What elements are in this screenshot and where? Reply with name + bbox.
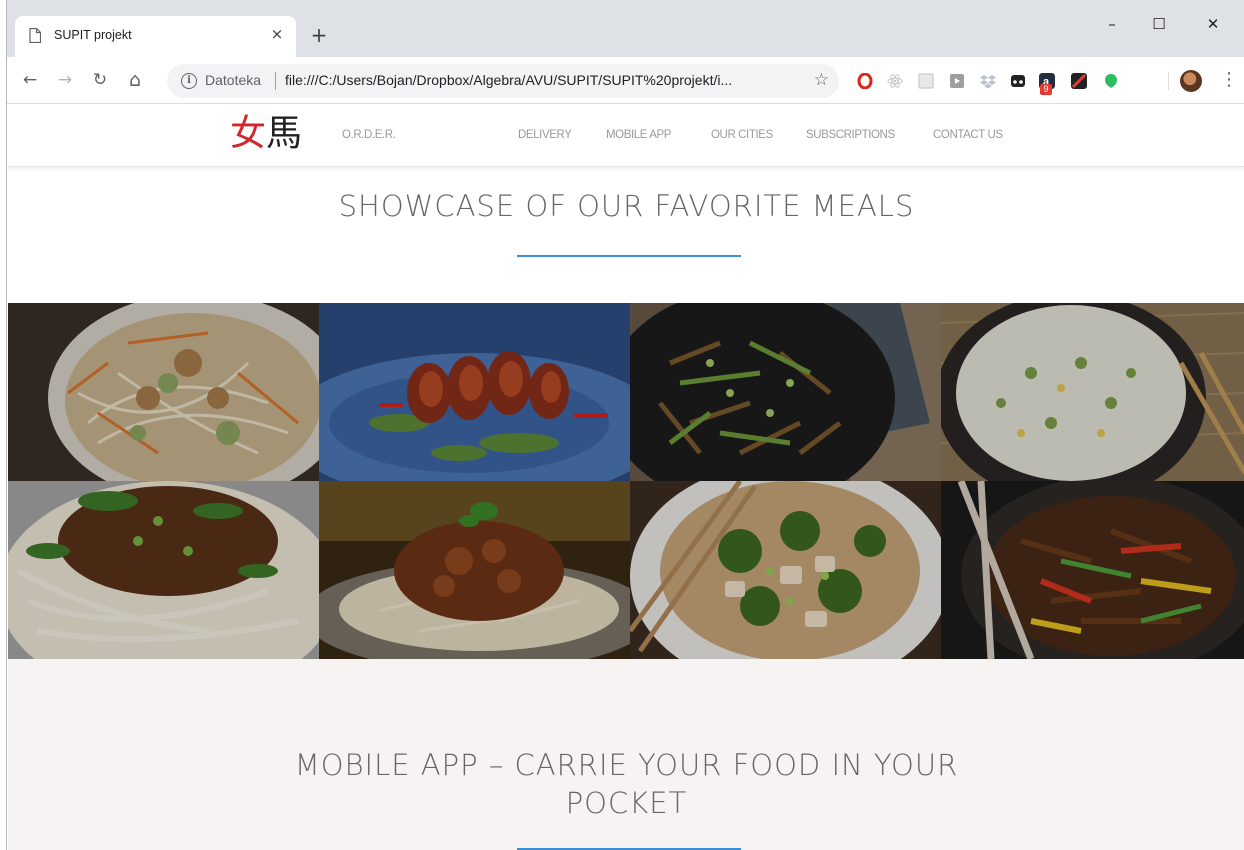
meal-photo-minced-pork-noodles[interactable] bbox=[8, 481, 319, 659]
mobile-app-heading-line2: POCKET bbox=[565, 786, 688, 820]
forward-button[interactable]: → bbox=[54, 69, 76, 91]
meal-photo-braised-beef-on-noodles[interactable] bbox=[319, 481, 630, 659]
tab-title: SUPIT projekt bbox=[54, 28, 132, 42]
page-icon bbox=[29, 28, 41, 43]
meal-photo-pepper-beef-stir-fry[interactable] bbox=[941, 481, 1244, 659]
video-extension-icon[interactable] bbox=[949, 73, 965, 89]
extension-badge: 9 bbox=[1040, 84, 1052, 95]
bookmark-star-icon[interactable]: ☆ bbox=[814, 70, 829, 90]
maximize-button[interactable]: ☐ bbox=[1147, 12, 1171, 36]
logo-char-left: 女 bbox=[230, 113, 267, 154]
nav-link-subscriptions[interactable]: SUBSCRIPTIONS bbox=[806, 129, 895, 141]
mobile-app-heading-line1: MOBILE APP – CARRIE YOUR FOOD IN YOUR bbox=[294, 748, 959, 782]
new-tab-button[interactable]: + bbox=[308, 24, 330, 46]
address-bar[interactable]: i Datoteka file:///C:/Users/Bojan/Dropbo… bbox=[167, 64, 839, 98]
meal-photo-chicken-broccoli-noodles[interactable] bbox=[630, 481, 941, 659]
nav-link-order[interactable]: O.R.D.E.R. bbox=[342, 129, 396, 141]
toolbar-divider bbox=[1168, 72, 1169, 90]
showcase-divider bbox=[517, 255, 741, 257]
url-text[interactable]: file:///C:/Users/Bojan/Dropbox/Algebra/A… bbox=[285, 72, 795, 88]
dropbox-icon[interactable] bbox=[980, 73, 996, 89]
meal-photo-fried-rice[interactable] bbox=[941, 303, 1244, 481]
profile-avatar[interactable] bbox=[1180, 70, 1202, 92]
minimize-button[interactable]: – bbox=[1100, 12, 1124, 36]
nav-link-our-cities[interactable]: OUR CITIES bbox=[711, 129, 773, 141]
showcase-heading: SHOWCASE OF OUR FAVORITE MEALS bbox=[338, 189, 915, 223]
nav-link-mobile-app[interactable]: MOBILE APP bbox=[606, 129, 671, 141]
browser-tab[interactable]: SUPIT projekt × bbox=[15, 16, 296, 57]
browser-toolbar: ← → ↻ ⌂ i Datoteka file:///C:/Users/Boja… bbox=[7, 57, 1244, 104]
logo-char-right: 馬 bbox=[266, 113, 303, 154]
meal-photo-noodle-stir-fry[interactable] bbox=[8, 303, 319, 481]
info-icon[interactable]: i bbox=[181, 73, 197, 89]
page-viewport: 女馬 O.R.D.E.R. DELIVERY MOBILE APP OUR CI… bbox=[8, 105, 1244, 850]
image-extension-icon[interactable] bbox=[1071, 73, 1087, 89]
browser-window: SUPIT projekt × + – ☐ ✕ ← → ↻ ⌂ i Datote… bbox=[6, 0, 1244, 850]
reload-button[interactable]: ↻ bbox=[89, 69, 111, 91]
browser-menu-icon[interactable]: ⋮ bbox=[1220, 69, 1238, 91]
omnibox-divider bbox=[275, 72, 276, 90]
opera-extension-icon[interactable] bbox=[857, 73, 873, 89]
grid-extension-icon[interactable] bbox=[918, 73, 934, 89]
close-tab-icon[interactable]: × bbox=[268, 25, 286, 43]
site-navbar: 女馬 O.R.D.E.R. DELIVERY MOBILE APP OUR CI… bbox=[8, 105, 1244, 167]
tab-strip: SUPIT projekt × + – ☐ ✕ bbox=[7, 0, 1244, 57]
meal-photo-pork-and-celery-stir-fry[interactable] bbox=[630, 303, 941, 481]
meal-gallery bbox=[8, 303, 1244, 659]
site-logo[interactable]: 女馬 bbox=[230, 111, 302, 157]
close-window-button[interactable]: ✕ bbox=[1201, 12, 1225, 36]
react-devtools-icon[interactable] bbox=[887, 73, 903, 89]
evernote-icon[interactable] bbox=[1103, 73, 1119, 89]
nav-link-delivery[interactable]: DELIVERY bbox=[518, 129, 572, 141]
incognito-extension-icon[interactable] bbox=[1010, 73, 1026, 89]
home-button[interactable]: ⌂ bbox=[124, 69, 146, 91]
nav-link-contact-us[interactable]: CONTACT US bbox=[933, 129, 1003, 141]
security-chip[interactable]: Datoteka bbox=[205, 72, 261, 88]
back-button[interactable]: ← bbox=[19, 69, 41, 91]
mobile-app-section: MOBILE APP – CARRIE YOUR FOOD IN YOUR PO… bbox=[8, 659, 1244, 850]
meal-photo-glazed-shrimp[interactable] bbox=[319, 303, 630, 481]
